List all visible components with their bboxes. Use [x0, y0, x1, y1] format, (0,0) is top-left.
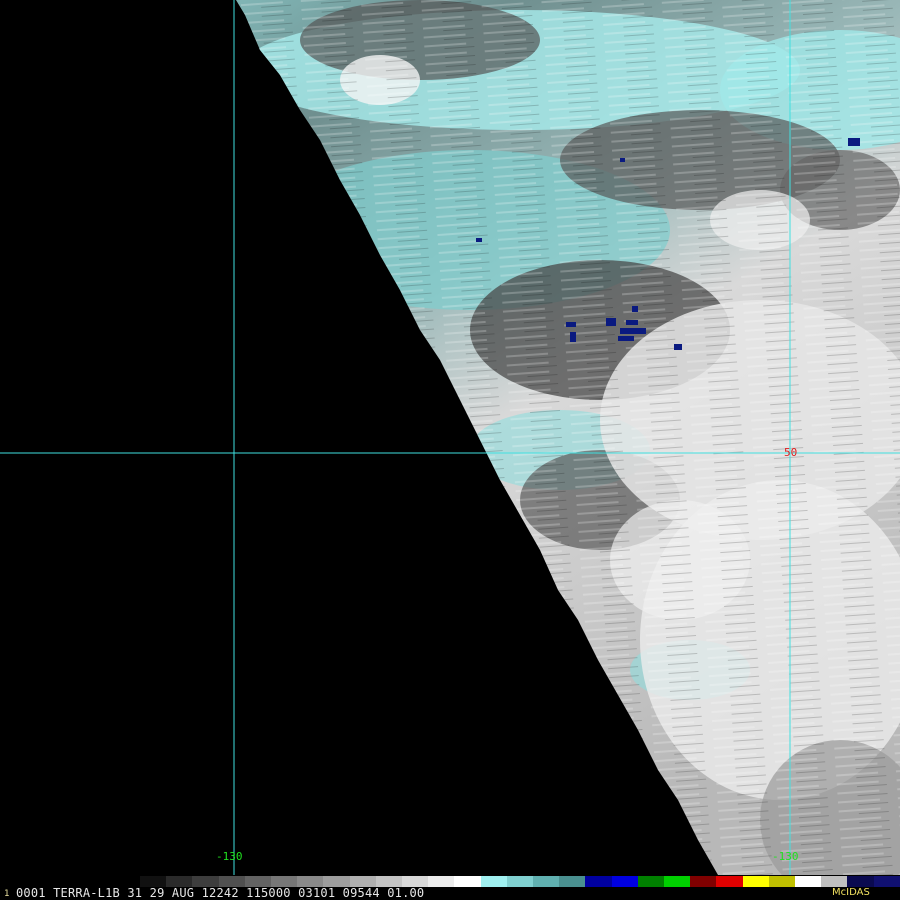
color-enhancement-bar	[140, 876, 900, 887]
colorbar-swatch	[768, 876, 796, 887]
colorbar-swatch	[323, 876, 350, 887]
satellite-map	[0, 0, 900, 875]
colorbar-swatch	[271, 876, 298, 887]
colorbar-swatch	[297, 876, 324, 887]
colorbar-swatch	[454, 876, 481, 887]
colorbar-swatch	[585, 876, 612, 887]
latitude-label: 50	[784, 446, 798, 459]
colorbar-swatch	[192, 876, 219, 887]
colorbar-swatch	[637, 876, 665, 887]
colorbar-swatch	[742, 876, 769, 887]
colorbar-swatch	[559, 876, 586, 887]
colorbar-swatch	[402, 876, 429, 887]
colorbar-swatch	[218, 876, 245, 887]
frame-number: 1	[4, 889, 10, 899]
colorbar-swatch	[506, 876, 534, 887]
colorbar-swatch	[480, 876, 507, 887]
colorbar-swatch	[664, 876, 691, 887]
colorbar-swatch	[690, 876, 717, 887]
mcidas-logo: McIDAS	[832, 887, 870, 898]
colorbar-swatch	[140, 876, 167, 887]
longitude-label-right: -130	[772, 850, 799, 863]
colorbar-swatch	[611, 876, 638, 887]
colorbar-swatch	[795, 876, 822, 887]
colorbar-swatch	[716, 876, 743, 887]
colorbar-swatch	[375, 876, 403, 887]
longitude-label-left: -130	[216, 850, 243, 863]
image-metadata-text: 0001 TERRA-L1B 31 29 AUG 12242 115000 03…	[16, 886, 425, 900]
colorbar-swatch	[166, 876, 193, 887]
colorbar-swatch	[533, 876, 560, 887]
colorbar-swatch	[873, 876, 900, 887]
colorbar-swatch	[349, 876, 376, 887]
colorbar-swatch	[244, 876, 272, 887]
colorbar-swatch	[847, 876, 874, 887]
colorbar-swatch	[821, 876, 848, 887]
colorbar-swatch	[428, 876, 455, 887]
